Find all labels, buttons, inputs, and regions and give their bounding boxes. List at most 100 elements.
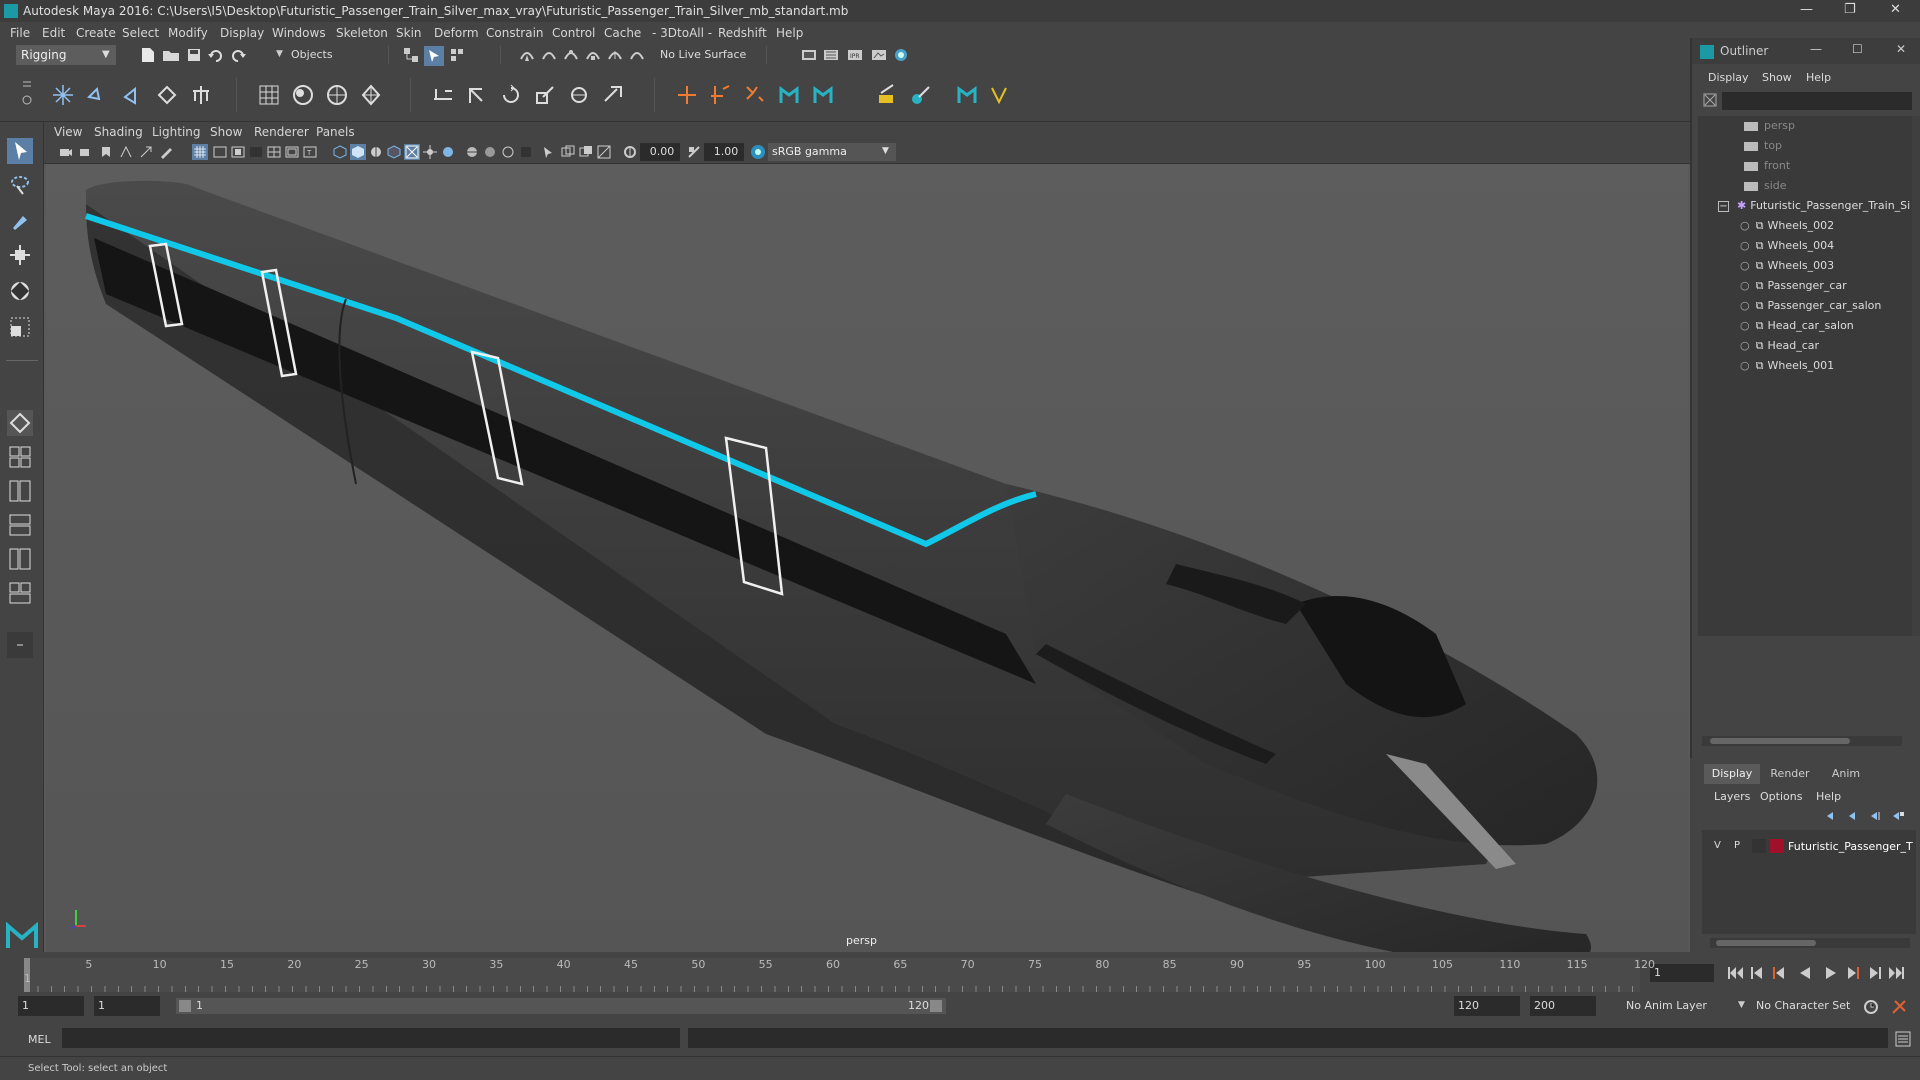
maximize-button[interactable]: ❐ — [1844, 2, 1856, 17]
layer-name[interactable]: Futuristic_Passenger_T — [1788, 840, 1913, 853]
playback-start-field[interactable]: 1 — [94, 996, 160, 1016]
ik-spline-icon[interactable] — [118, 82, 144, 108]
step-back-frame-icon[interactable] — [1770, 964, 1788, 982]
outliner-camera-persp[interactable]: persp — [1744, 119, 1795, 132]
resolution-gate-icon[interactable] — [230, 144, 246, 160]
wireframe-on-shaded-icon[interactable] — [386, 144, 402, 160]
ssao-icon[interactable] — [578, 144, 594, 160]
outliner-menu-display[interactable]: Display — [1708, 71, 1749, 84]
outliner-maximize-button[interactable]: ☐ — [1852, 42, 1863, 56]
outliner-scrollbar[interactable] — [1912, 116, 1920, 636]
lattice-icon[interactable] — [358, 82, 384, 108]
select-by-component-icon[interactable] — [448, 46, 466, 64]
wireframe-icon[interactable] — [332, 144, 348, 160]
v-tool-icon[interactable] — [986, 82, 1012, 108]
outliner-child-head-car-salon[interactable]: ○ ⧉ Head_car_salon — [1740, 319, 1854, 333]
snap-view-plane-icon[interactable] — [584, 46, 602, 64]
undo-icon[interactable] — [208, 47, 224, 63]
outliner-child-head-car[interactable]: ○ ⧉ Head_car — [1740, 339, 1819, 353]
select-by-hierarchy-icon[interactable] — [402, 46, 420, 64]
outliner-filter-icon[interactable] — [1702, 92, 1718, 108]
render-frame-icon[interactable] — [822, 46, 840, 64]
step-forward-key-icon[interactable] — [1866, 964, 1884, 982]
layer-playback-toggle[interactable]: P — [1734, 840, 1740, 851]
orient-joint-icon[interactable] — [188, 82, 214, 108]
ipr-render-icon[interactable]: IPR — [846, 46, 864, 64]
menu-skeleton[interactable]: Skeleton — [336, 26, 388, 40]
multisample-icon[interactable] — [560, 144, 576, 160]
step-forward-frame-icon[interactable] — [1844, 964, 1862, 982]
viewport-menu-shading[interactable]: Shading — [94, 125, 143, 139]
render-view-icon[interactable] — [870, 46, 888, 64]
orient-constraint-icon[interactable] — [498, 82, 524, 108]
go-to-start-icon[interactable] — [1726, 964, 1744, 982]
selection-mask-label[interactable]: Objects — [291, 48, 333, 61]
layer-menu-layers[interactable]: Layers — [1714, 790, 1750, 803]
color-space-dropdown[interactable]: sRGB gamma ▼ — [768, 143, 896, 161]
bake-icon[interactable] — [874, 82, 900, 108]
menu-edit[interactable]: Edit — [42, 26, 65, 40]
selection-mask-dropdown-arrow[interactable]: ▼ — [276, 49, 283, 59]
range-slider[interactable]: 1 120 — [176, 998, 946, 1014]
smooth-shade-icon[interactable] — [350, 144, 366, 160]
mirror-joint-icon[interactable] — [154, 82, 180, 108]
step-back-key-icon[interactable] — [1748, 964, 1766, 982]
gamma-icon[interactable] — [686, 144, 702, 160]
move-layer-up-icon[interactable] — [1824, 808, 1840, 824]
motion-blur-icon[interactable] — [518, 144, 534, 160]
layer-tab-display[interactable]: Display — [1704, 764, 1760, 784]
point-constraint-icon[interactable] — [430, 82, 456, 108]
outliner-child-wheels-001[interactable]: ○ ⧉ Wheels_001 — [1740, 359, 1834, 373]
grid-toggle-icon[interactable] — [192, 144, 208, 160]
shelf-tab-handle[interactable] — [20, 78, 34, 112]
outliner-camera-side[interactable]: side — [1744, 179, 1787, 192]
move-layer-down-icon[interactable] — [1846, 808, 1862, 824]
layer-reference-toggle[interactable] — [1752, 839, 1766, 853]
film-gate-icon[interactable] — [212, 144, 228, 160]
ik-handle-icon[interactable] — [84, 82, 110, 108]
snap-edge-icon[interactable] — [628, 46, 646, 64]
rigid-bind-icon[interactable] — [290, 82, 316, 108]
menu-modify[interactable]: Modify — [168, 26, 208, 40]
outliner-h-scrollbar[interactable] — [1702, 736, 1902, 746]
paint-select-icon[interactable] — [7, 208, 33, 234]
range-slider-start-handle[interactable] — [179, 1000, 191, 1012]
outliner-root-group[interactable]: − ✱ Futuristic_Passenger_Train_Si — [1718, 199, 1910, 212]
scale-constraint-icon[interactable] — [532, 82, 558, 108]
menu-select[interactable]: Select — [122, 26, 159, 40]
menu-cache[interactable]: Cache — [604, 26, 641, 40]
field-chart-icon[interactable] — [266, 144, 282, 160]
outliner-camera-top[interactable]: top — [1744, 139, 1782, 152]
color-management-icon[interactable] — [750, 144, 766, 160]
exposure-field[interactable]: 0.00 — [640, 143, 680, 161]
four-view-layout-icon[interactable] — [7, 444, 33, 470]
command-language-label[interactable]: MEL — [28, 1033, 51, 1046]
more-layouts-icon[interactable] — [7, 632, 33, 658]
hik-skeleton-icon[interactable] — [954, 82, 980, 108]
cluster-icon[interactable] — [708, 82, 734, 108]
locator-icon[interactable] — [674, 82, 700, 108]
menu-help[interactable]: Help — [776, 26, 803, 40]
new-layer-from-selection-icon[interactable] — [1890, 808, 1906, 824]
default-material-icon[interactable] — [368, 144, 384, 160]
viewport-menu-renderer[interactable]: Renderer — [254, 125, 309, 139]
viewport-3d[interactable]: persp — [46, 164, 1688, 952]
snap-curve-icon[interactable] — [540, 46, 558, 64]
outliner-close-button[interactable]: ✕ — [1896, 42, 1906, 56]
minimize-button[interactable]: — — [1800, 2, 1813, 17]
collapse-icon[interactable]: − — [1718, 200, 1729, 212]
ambient-occlusion-icon[interactable] — [500, 144, 516, 160]
move-tool-icon[interactable] — [7, 242, 33, 268]
animation-end-field[interactable]: 200 — [1530, 996, 1596, 1016]
layer-tab-render[interactable]: Render — [1762, 764, 1818, 784]
use-all-lights-icon[interactable] — [464, 144, 480, 160]
select-by-object-icon[interactable] — [424, 46, 444, 66]
animation-start-field[interactable]: 1 — [18, 996, 84, 1016]
viewport-menu-panels[interactable]: Panels — [316, 125, 355, 139]
script-editor-icon[interactable] — [1894, 1030, 1912, 1048]
xray-components-icon[interactable] — [440, 144, 456, 160]
outliner-child-passenger-car-salon[interactable]: ○ ⧉ Passenger_car_salon — [1740, 299, 1881, 313]
menu-control[interactable]: Control — [552, 26, 595, 40]
layer-color-swatch[interactable] — [1770, 839, 1784, 853]
play-backwards-icon[interactable] — [1796, 964, 1814, 982]
